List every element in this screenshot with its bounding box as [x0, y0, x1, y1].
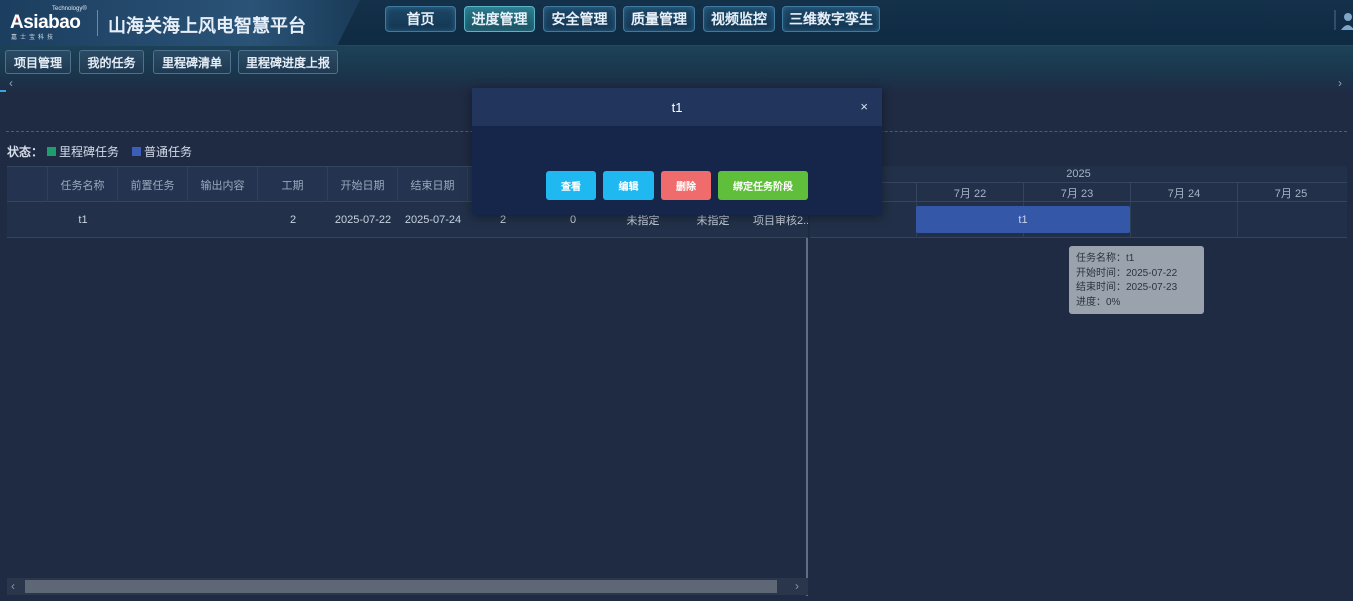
task-grid: 任务名称 前置任务 输出内容 工期 开始日期 结束日期 t1 2 2025-07… [7, 166, 808, 596]
sub-toolbar: 项目管理 我的任务 里程碑清单 里程碑进度上报 ‹ › [0, 46, 1353, 92]
subbar-accent [0, 90, 6, 92]
tooltip-start-time: 开始时间：2025-07-22 [1076, 267, 1178, 279]
col-header-index [7, 167, 48, 203]
legend-item-normal: 普通任务 [132, 143, 192, 160]
status-legend: 状态： 里程碑任务 普通任务 [7, 143, 205, 160]
gantt-chart: 2025 7月 22 7月 23 7月 24 7月 25 t1 [810, 166, 1347, 596]
grid-horizontal-scrollbar[interactable]: ‹ › [7, 578, 808, 595]
scroll-left-icon[interactable]: ‹ [9, 76, 13, 90]
close-icon[interactable]: × [860, 100, 868, 113]
cell-end-date: 2025-07-24 [404, 214, 462, 226]
legend-label: 状态： [7, 144, 44, 159]
cell-index [7, 202, 48, 238]
col-header-duration: 工期 [258, 167, 328, 203]
top-header: Asiabao Technology® 嘉士宝科技 山海关海上风电智慧平台 首页… [0, 0, 1353, 50]
cell-predecessor [118, 202, 188, 238]
tab-project-management[interactable]: 项目管理 [5, 50, 71, 74]
cell-task-name: t1 [78, 214, 88, 226]
gantt-col-line [1237, 202, 1238, 238]
normal-swatch [132, 146, 142, 156]
gantt-day-2: 7月 23 [1023, 183, 1130, 202]
view-button[interactable]: 查看 [546, 171, 596, 200]
tooltip-end-time: 结束时间：2025-07-23 [1076, 282, 1178, 293]
legend-milestone-text: 里程碑任务 [59, 144, 120, 159]
logo-text: Asiabao [10, 12, 81, 33]
legend-normal-text: 普通任务 [144, 144, 193, 159]
task-action-modal: t1 × 查看 编辑 删除 绑定任务阶段 [472, 88, 882, 215]
user-icon[interactable] [1334, 8, 1353, 32]
gantt-day-1: 7月 22 [916, 183, 1023, 202]
app-title: 山海关海上风电智慧平台 [108, 16, 306, 36]
tab-my-tasks[interactable]: 我的任务 [79, 50, 144, 74]
cell-duration: 2 [289, 214, 297, 226]
nav-digital-twin[interactable]: 三维数字孪生 [782, 6, 880, 32]
hscroll-left-icon[interactable]: ‹ [11, 579, 15, 593]
gantt-task-bar[interactable]: t1 [916, 206, 1130, 233]
tab-milestone-list[interactable]: 里程碑清单 [153, 50, 231, 74]
tab-milestone-report[interactable]: 里程碑进度上报 [238, 50, 338, 74]
gantt-col-line [1130, 202, 1131, 238]
gantt-year: 2025 [810, 166, 1347, 183]
edit-button[interactable]: 编辑 [603, 171, 654, 200]
nav-home[interactable]: 首页 [385, 6, 456, 32]
gantt-day-3: 7月 24 [1130, 183, 1237, 202]
nav-video[interactable]: 视频监控 [703, 6, 775, 32]
scroll-right-icon[interactable]: › [1338, 76, 1342, 90]
hscroll-thumb[interactable] [25, 580, 777, 593]
gantt-day-4: 7月 25 [1237, 183, 1344, 202]
col-header-end-date: 结束日期 [398, 167, 468, 203]
nav-safety[interactable]: 安全管理 [543, 6, 616, 32]
company-logo: Asiabao Technology® 嘉士宝科技 [10, 6, 88, 41]
tooltip-progress: 进度：0% [1076, 296, 1121, 308]
hscroll-right-icon[interactable]: › [795, 579, 799, 593]
logo-tech-text: Technology® [52, 6, 87, 12]
nav-progress[interactable]: 进度管理 [464, 6, 535, 32]
col-header-predecessor: 前置任务 [118, 167, 188, 203]
col-header-task-name: 任务名称 [48, 167, 118, 203]
modal-header: t1 × [472, 88, 882, 126]
modal-title: t1 [671, 99, 683, 115]
brand-divider [97, 10, 98, 36]
col-header-start-date: 开始日期 [328, 167, 398, 203]
task-tooltip: 任务名称：t1 开始时间：2025-07-22 结束时间：2025-07-23 … [1069, 246, 1204, 314]
logo-sub-text: 嘉士宝科技 [11, 35, 57, 41]
gantt-days-header: 7月 22 7月 23 7月 24 7月 25 [810, 183, 1347, 202]
brand-panel: Asiabao Technology® 嘉士宝科技 山海关海上风电智慧平台 [0, 0, 360, 50]
delete-button[interactable]: 删除 [661, 171, 711, 200]
cell-output [188, 202, 258, 238]
gantt-row: t1 [810, 202, 1347, 238]
cell-start-date: 2025-07-22 [334, 214, 392, 226]
tooltip-task-name: 任务名称：t1 [1076, 253, 1135, 264]
col-header-output: 输出内容 [188, 167, 258, 203]
nav-quality[interactable]: 质量管理 [623, 6, 695, 32]
bind-task-stage-button[interactable]: 绑定任务阶段 [718, 171, 808, 200]
legend-item-milestone: 里程碑任务 [47, 143, 119, 160]
milestone-swatch [47, 146, 57, 156]
